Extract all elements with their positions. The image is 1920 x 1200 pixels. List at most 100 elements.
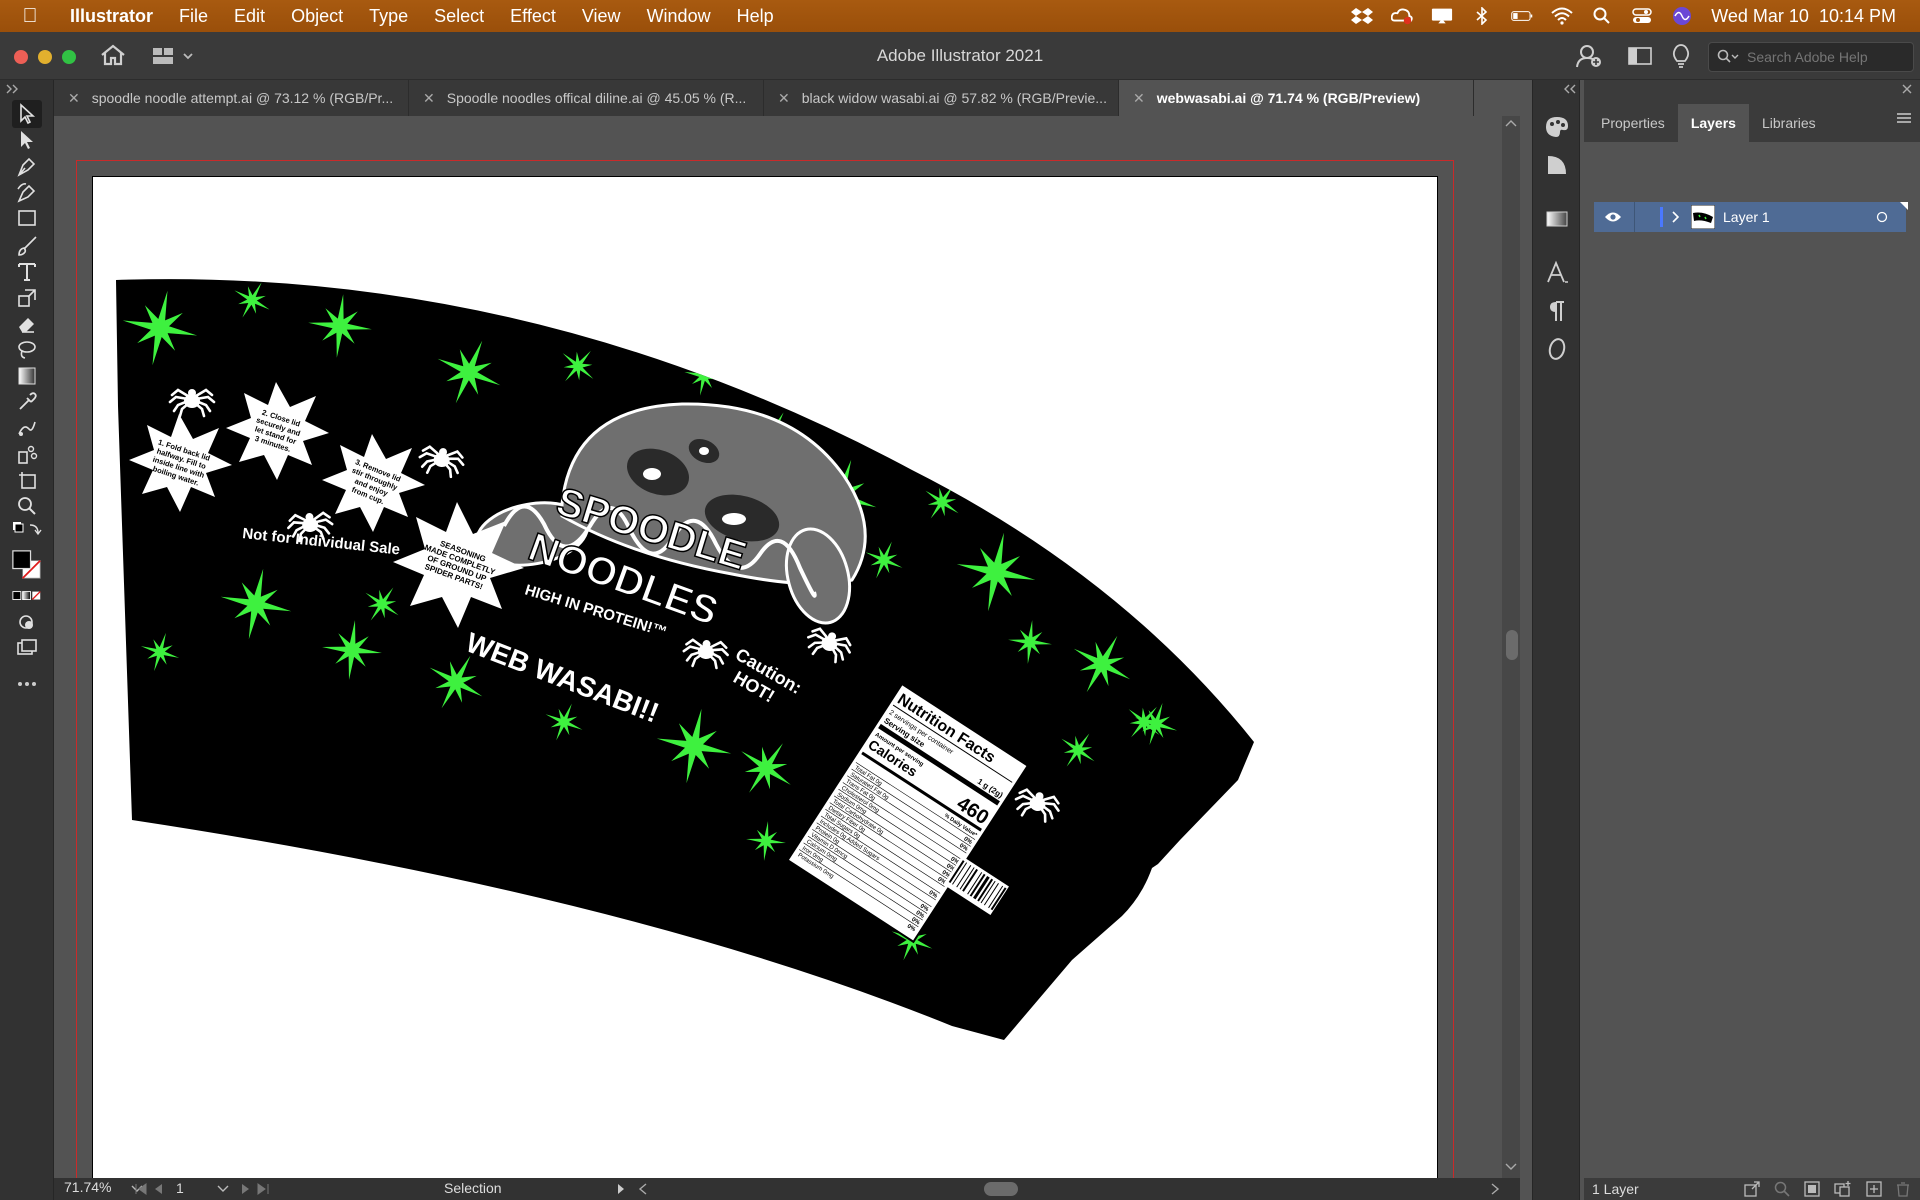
apple-icon[interactable]:  (0, 5, 60, 28)
selection-tool[interactable] (12, 100, 42, 128)
scale-tool[interactable] (12, 284, 42, 312)
doc-tab-spoodle-attempt[interactable]: ✕ spoodle noodle attempt.ai @ 73.12 % (R… (54, 80, 409, 116)
symbol-sprayer-tool[interactable] (12, 440, 42, 468)
character-panel-button[interactable] (1542, 258, 1572, 288)
layer-lock-toggle[interactable] (1634, 202, 1656, 232)
last-artboard-icon[interactable] (256, 1183, 270, 1195)
scroll-right-icon[interactable] (1490, 1183, 1500, 1195)
rectangle-tool[interactable] (12, 204, 42, 232)
expand-panels-icon[interactable] (1563, 84, 1577, 94)
color-themes-panel-button[interactable] (1542, 112, 1572, 142)
wifi-icon[interactable] (1551, 7, 1573, 25)
canvas-vertical-scroll-thumb[interactable] (1506, 630, 1518, 660)
gradient-tool[interactable] (12, 362, 42, 390)
panel-menu-icon[interactable] (1896, 112, 1912, 124)
menu-window[interactable]: Window (634, 6, 724, 27)
tab-layers[interactable]: Layers (1677, 104, 1749, 142)
siri-icon[interactable] (1671, 7, 1693, 25)
cup-wrapper-shape (116, 279, 1254, 1040)
direct-selection-tool[interactable] (12, 126, 42, 154)
first-artboard-icon[interactable] (134, 1183, 148, 1195)
paintbrush-tool[interactable] (12, 232, 42, 260)
lightbulb-icon[interactable] (1672, 44, 1690, 73)
bluetooth-icon[interactable] (1471, 7, 1493, 25)
doc-tab-black-widow[interactable]: ✕ black widow wasabi.ai @ 57.82 % (RGB/P… (764, 80, 1119, 116)
tab-properties[interactable]: Properties (1588, 104, 1678, 142)
paragraph-panel-button[interactable] (1542, 296, 1572, 326)
zoom-level-field[interactable]: 71.74% (54, 1179, 124, 1199)
zoom-tool[interactable] (12, 492, 42, 520)
close-tab-icon[interactable]: ✕ (68, 90, 80, 107)
edit-toolbar-button[interactable] (12, 670, 42, 698)
close-tab-icon[interactable]: ✕ (1133, 90, 1145, 107)
opentype-panel-button[interactable] (1542, 334, 1572, 364)
status-menu-icon[interactable] (616, 1183, 626, 1195)
dropbox-icon[interactable] (1351, 7, 1374, 25)
screen-share-icon[interactable] (1431, 7, 1453, 25)
locate-object-icon[interactable] (1774, 1181, 1790, 1197)
close-tab-icon[interactable]: ✕ (423, 90, 435, 107)
pen-tool[interactable] (12, 152, 42, 180)
layer-row-layer-1[interactable]: Layer 1 (1594, 202, 1908, 232)
blend-tool[interactable] (12, 414, 42, 442)
menu-object[interactable]: Object (278, 6, 356, 27)
menu-type[interactable]: Type (356, 6, 421, 27)
expand-layer-chevron-icon[interactable] (1671, 211, 1681, 223)
export-for-screens-icon[interactable] (1744, 1181, 1760, 1197)
layer-name[interactable]: Layer 1 (1723, 209, 1770, 225)
type-tool[interactable] (12, 258, 42, 286)
collapse-toolbar-icon[interactable] (6, 84, 20, 94)
visibility-eye-icon[interactable] (1604, 211, 1622, 223)
arrange-documents-icon[interactable] (1628, 47, 1652, 70)
tab-libraries[interactable]: Libraries (1749, 104, 1829, 142)
delete-layer-icon[interactable] (1896, 1181, 1910, 1197)
gradient-panel-button[interactable] (1542, 204, 1572, 234)
doc-tab-spoodle-diline[interactable]: ✕ Spoodle noodles offical diline.ai @ 45… (409, 80, 764, 116)
layer-target-icon[interactable] (1876, 211, 1888, 223)
spotlight-search-icon[interactable] (1591, 7, 1613, 25)
mascot-eye-shine (643, 468, 661, 480)
artboard-tool[interactable] (12, 466, 42, 494)
curvature-tool[interactable] (12, 178, 42, 206)
draw-mode-button[interactable] (12, 608, 42, 636)
menu-effect[interactable]: Effect (497, 6, 569, 27)
scroll-down-icon[interactable] (1505, 1162, 1517, 1172)
cup-wrapper-artwork[interactable]: SPOODLE NOODLES HIGH IN PROTEIN!™ WEB WA… (92, 176, 1438, 1178)
canvas-vertical-scrollbar[interactable] (1502, 116, 1520, 1178)
appearance-panel-button[interactable] (1542, 150, 1572, 180)
menu-help[interactable]: Help (724, 6, 787, 27)
menu-select[interactable]: Select (421, 6, 497, 27)
scroll-left-icon[interactable] (638, 1183, 648, 1195)
screen-mode-button[interactable] (12, 634, 42, 662)
close-tab-icon[interactable]: ✕ (778, 90, 790, 107)
creative-cloud-icon[interactable] (1391, 7, 1413, 25)
make-clipping-mask-icon[interactable] (1804, 1181, 1820, 1197)
previous-artboard-icon[interactable] (152, 1183, 164, 1195)
doc-tab-webwasabi[interactable]: ✕ webwasabi.ai @ 71.74 % (RGB/Preview) (1119, 80, 1474, 116)
search-help-input[interactable] (1745, 48, 1905, 66)
create-new-layer-icon[interactable] (1866, 1181, 1882, 1197)
menubar-clock[interactable]: Wed Mar 10 10:14 PM (1711, 6, 1896, 27)
menu-view[interactable]: View (569, 6, 634, 27)
create-sublayer-icon[interactable] (1834, 1181, 1852, 1197)
swap-fill-stroke[interactable] (12, 520, 42, 540)
share-user-icon[interactable] (1576, 44, 1602, 73)
canvas-horizontal-scroll-thumb[interactable] (984, 1182, 1018, 1196)
collapse-panel-icon[interactable] (1902, 84, 1912, 94)
control-center-icon[interactable] (1631, 7, 1653, 25)
battery-icon[interactable] (1511, 7, 1533, 25)
artboard-dropdown-icon[interactable] (216, 1184, 230, 1194)
menu-file[interactable]: File (166, 6, 221, 27)
lasso-tool[interactable] (12, 336, 42, 364)
eyedropper-tool[interactable] (12, 388, 42, 416)
menu-edit[interactable]: Edit (221, 6, 278, 27)
menu-app-name[interactable]: Illustrator (60, 6, 166, 27)
next-artboard-icon[interactable] (240, 1183, 252, 1195)
status-tool-label[interactable]: Selection (444, 1180, 502, 1196)
color-mode-buttons[interactable] (12, 588, 42, 604)
search-help-field[interactable] (1708, 42, 1914, 72)
scroll-up-icon[interactable] (1505, 118, 1517, 128)
eraser-tool[interactable] (12, 310, 42, 338)
document-canvas[interactable]: SPOODLE NOODLES HIGH IN PROTEIN!™ WEB WA… (54, 116, 1520, 1178)
fill-stroke-swatch[interactable] (12, 548, 42, 582)
